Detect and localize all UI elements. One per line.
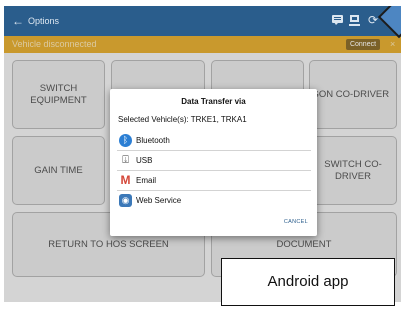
gmail-icon: M	[120, 173, 131, 187]
bluetooth-option[interactable]: ᛒ Bluetooth	[110, 131, 317, 151]
top-bar: ← Options ⟳	[4, 6, 401, 36]
page-title: Options	[28, 16, 60, 26]
computer-icon[interactable]	[349, 15, 360, 26]
caption-label: Android app	[221, 258, 395, 306]
dialog-title: Data Transfer via	[181, 97, 246, 106]
back-arrow-icon[interactable]: ←	[12, 14, 24, 28]
option-label: USB	[136, 156, 153, 165]
refresh-icon[interactable]: ⟳	[368, 13, 378, 27]
option-label: Web Service	[136, 196, 182, 205]
option-label: Bluetooth	[136, 136, 170, 145]
data-transfer-dialog: Data Transfer via Selected Vehicle(s): T…	[110, 89, 317, 236]
email-option[interactable]: M Email	[110, 171, 317, 191]
cancel-button[interactable]: CANCEL	[284, 219, 308, 226]
web-service-icon: ◉	[119, 194, 132, 207]
usb-option[interactable]: ⍗ USB	[110, 151, 317, 171]
chat-icon[interactable]	[332, 15, 343, 26]
usb-icon: ⍗	[122, 154, 129, 166]
web-service-option[interactable]: ◉ Web Service	[110, 191, 317, 211]
bluetooth-icon: ᛒ	[119, 134, 132, 147]
selected-vehicles-text: Selected Vehicle(s): TRKE1, TRKA1	[118, 115, 247, 124]
option-label: Email	[136, 176, 157, 185]
